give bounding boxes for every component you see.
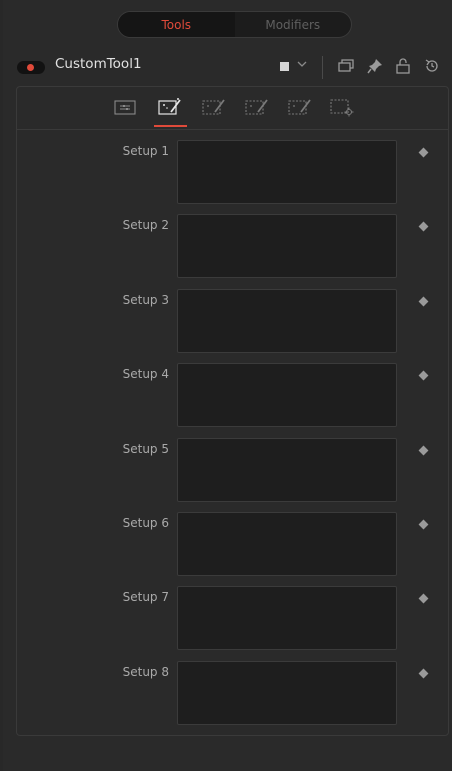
tool-enable-toggle[interactable] xyxy=(17,61,45,74)
setup-row: Setup 6 xyxy=(17,512,448,576)
setup-1-field[interactable] xyxy=(177,140,397,204)
setup-label: Setup 5 xyxy=(122,442,169,456)
setup-label: Setup 8 xyxy=(122,665,169,679)
reset-icon[interactable] xyxy=(423,57,441,75)
setup-row: Setup 1 xyxy=(17,140,448,204)
inspector-tab-bar xyxy=(17,87,448,130)
tab-modifiers[interactable]: Modifiers xyxy=(235,12,352,37)
keyframe-icon[interactable] xyxy=(418,296,429,307)
setup-label: Setup 3 xyxy=(122,293,169,307)
setup-5-field[interactable] xyxy=(177,438,397,502)
chevron-down-icon[interactable] xyxy=(295,57,309,71)
setup-row: Setup 3 xyxy=(17,289,448,353)
setup-tab-icon[interactable] xyxy=(158,97,182,117)
keyframe-icon[interactable] xyxy=(418,445,429,456)
pin-icon[interactable] xyxy=(366,57,384,75)
tab-tools[interactable]: Tools xyxy=(118,12,235,37)
keyframe-icon[interactable] xyxy=(418,668,429,679)
keyframe-icon[interactable] xyxy=(418,593,429,604)
setup-label: Setup 6 xyxy=(122,516,169,530)
channels-tab-icon[interactable] xyxy=(245,97,269,117)
power-indicator-icon xyxy=(27,64,34,71)
inspector-body: Setup 1 Setup 2 Setup 3 Setup 4 Setup 5 … xyxy=(16,86,449,736)
color-swatch[interactable] xyxy=(280,62,289,71)
active-tab-indicator xyxy=(154,125,187,127)
keyframe-icon[interactable] xyxy=(418,147,429,158)
setup-row: Setup 8 xyxy=(17,661,448,725)
setup-label: Setup 7 xyxy=(122,590,169,604)
setup-8-field[interactable] xyxy=(177,661,397,725)
tool-name: CustomTool1 xyxy=(55,56,142,72)
keyframe-icon[interactable] xyxy=(418,221,429,232)
setup-4-field[interactable] xyxy=(177,363,397,427)
keyframe-icon[interactable] xyxy=(418,370,429,381)
settings-tab-icon[interactable] xyxy=(330,97,354,117)
setup-row: Setup 5 xyxy=(17,438,448,502)
view-window-icon[interactable] xyxy=(337,57,355,75)
setup-6-field[interactable] xyxy=(177,512,397,576)
setup-3-field[interactable] xyxy=(177,289,397,353)
inspector-panel: Tools Modifiers CustomTool1 Setup 1 Setu… xyxy=(3,0,452,771)
panel-tabs: Tools Modifiers xyxy=(117,11,352,38)
setup-label: Setup 2 xyxy=(122,218,169,232)
expression-tab-icon[interactable] xyxy=(288,97,312,117)
tool-header: CustomTool1 xyxy=(3,47,452,83)
setup-2-field[interactable] xyxy=(177,214,397,278)
setup-row: Setup 4 xyxy=(17,363,448,427)
setup-label: Setup 1 xyxy=(122,144,169,158)
setup-label: Setup 4 xyxy=(122,367,169,381)
keyframe-icon[interactable] xyxy=(418,519,429,530)
setup-row: Setup 7 xyxy=(17,586,448,650)
setup-7-field[interactable] xyxy=(177,586,397,650)
controls-tab-icon[interactable] xyxy=(113,97,137,117)
setup-row: Setup 2 xyxy=(17,214,448,278)
intermediate-tab-icon[interactable] xyxy=(202,97,226,117)
lock-icon[interactable] xyxy=(394,57,412,75)
toolbar-divider xyxy=(322,56,323,79)
